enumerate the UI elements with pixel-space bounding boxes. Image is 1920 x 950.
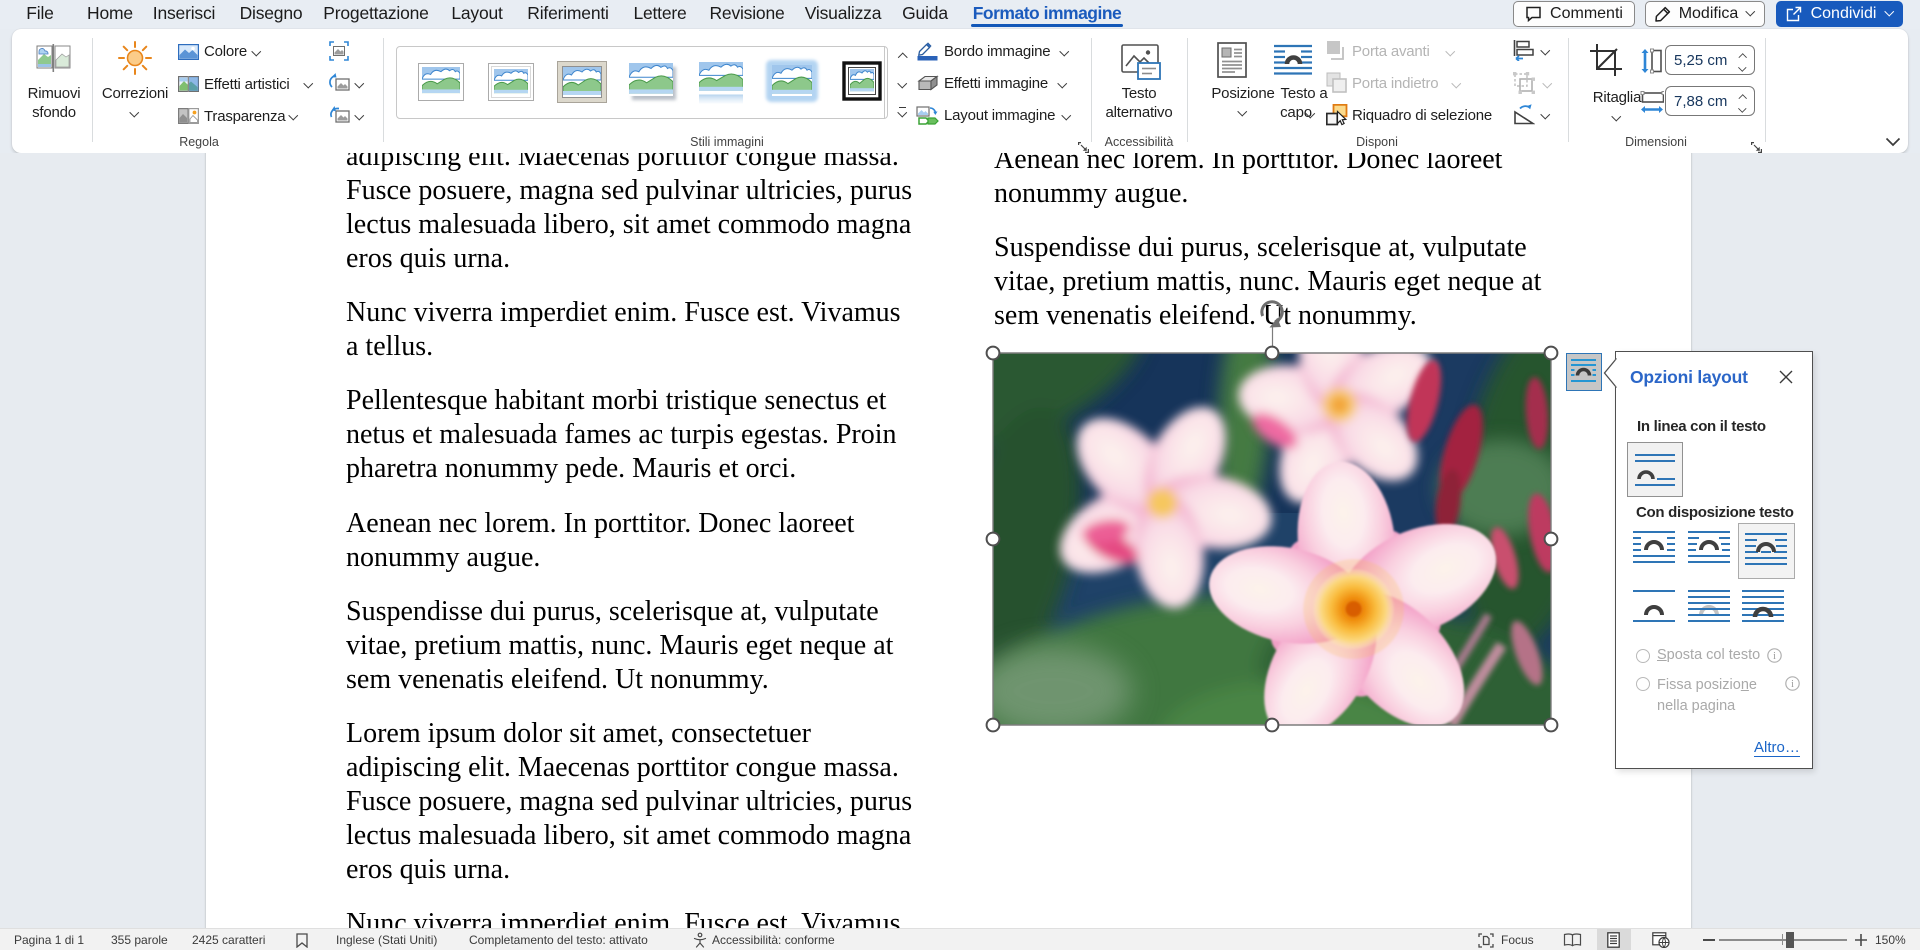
- svg-text:i: i: [1791, 679, 1794, 690]
- svg-text:i: i: [1773, 651, 1776, 662]
